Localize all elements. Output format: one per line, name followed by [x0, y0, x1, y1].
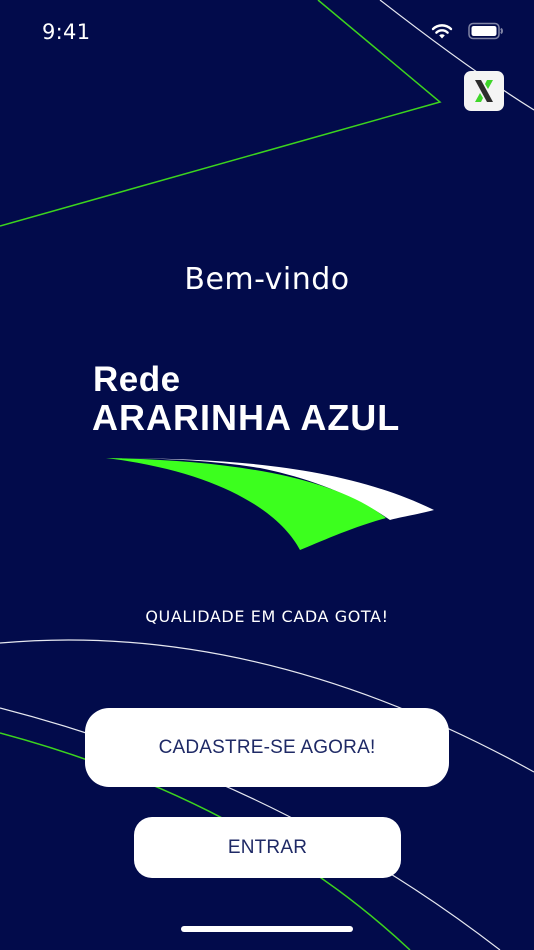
logo-text-ararinha-azul: ARARINHA AZUL	[92, 397, 401, 438]
battery-icon	[468, 22, 503, 40]
slogan: QUALIDADE EM CADA GOTA!	[145, 607, 389, 626]
wifi-icon	[431, 24, 453, 39]
brand-badge[interactable]	[464, 71, 504, 111]
home-indicator	[181, 926, 353, 932]
welcome-title: Bem-vindo	[184, 262, 350, 297]
logo-text-rede: Rede	[93, 360, 181, 399]
status-icons	[430, 22, 504, 40]
signup-button[interactable]: CADASTRE-SE AGORA!	[85, 708, 449, 787]
white-arc-top	[379, 0, 534, 111]
welcome-screen: 9:41 Bem-vindo Rede ARARINHA AZUL QUALID…	[0, 0, 534, 950]
wing-swoosh-icon	[104, 458, 434, 550]
login-button[interactable]: ENTRAR	[134, 817, 401, 878]
status-time: 9:41	[42, 20, 91, 44]
brand-x-icon	[475, 80, 493, 102]
